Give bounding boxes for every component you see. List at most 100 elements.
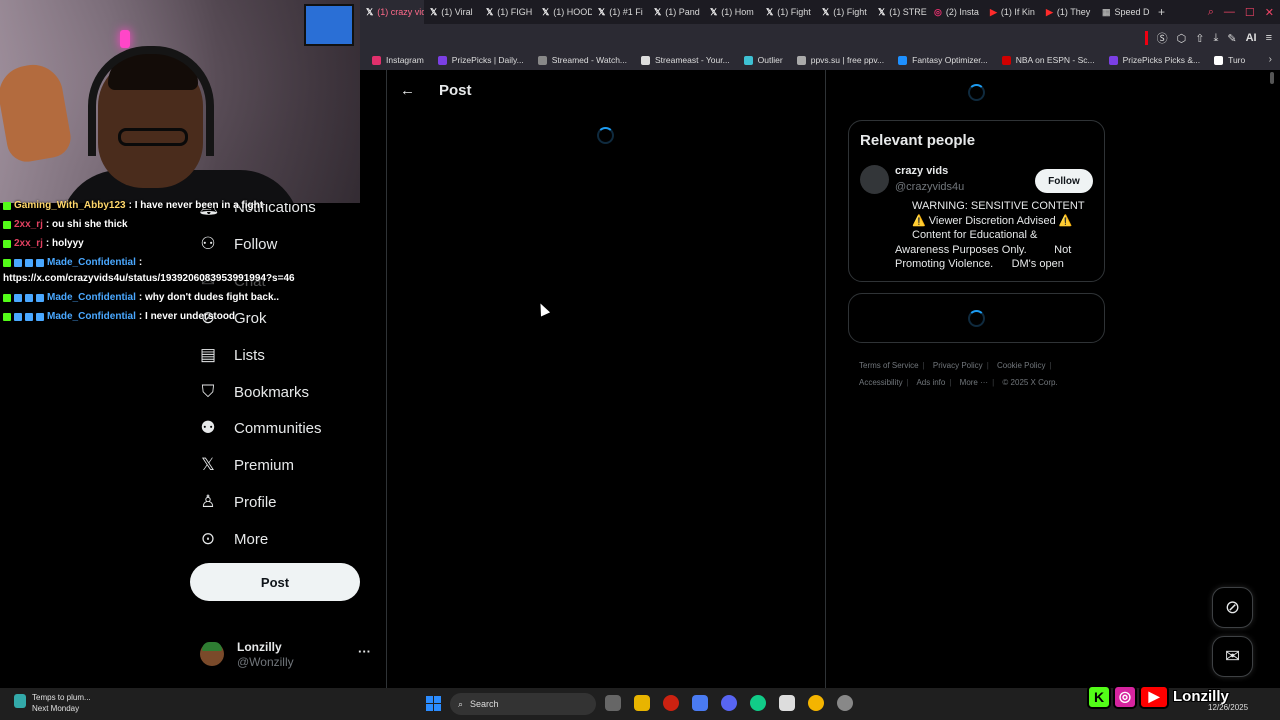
- sidebar-divider: [386, 70, 387, 688]
- puzzle-icon[interactable]: ⬡: [1177, 32, 1187, 45]
- sidebar-item-follow[interactable]: ⚇ Follow: [198, 234, 277, 254]
- avatar[interactable]: [860, 165, 889, 194]
- nav-label: Bookmarks: [234, 383, 310, 401]
- weather-line: Next Monday: [32, 704, 80, 713]
- tab-3[interactable]: 𝕏 (1) HOOD: [536, 0, 592, 24]
- tab-10[interactable]: ◎ (2) Insta: [928, 0, 984, 24]
- app-icon[interactable]: [837, 695, 853, 711]
- sidebar-item-lists[interactable]: ▤ Lists: [198, 345, 265, 365]
- bio-line: Content for Educational &: [912, 229, 1038, 242]
- tab-4[interactable]: 𝕏 (1) #1 Fi: [592, 0, 648, 24]
- sidebar-item-profile[interactable]: ♙ Profile: [198, 492, 276, 512]
- tab-11[interactable]: ▶ (1) If Kin: [984, 0, 1040, 24]
- footer-link-ads[interactable]: Ads info: [916, 378, 945, 387]
- youtube-logo-icon: ▶: [1139, 684, 1169, 709]
- new-tab-button[interactable]: +: [1152, 5, 1171, 19]
- post-button[interactable]: Post: [190, 563, 360, 601]
- bookmark-item[interactable]: ppvs.su | free ppv...: [796, 55, 884, 65]
- glasses-icon: [118, 128, 188, 146]
- bookmark-label: NBA on ESPN - Sc...: [1015, 55, 1095, 65]
- page-scrollbar[interactable]: [1268, 72, 1276, 682]
- edit-icon[interactable]: ✎: [1227, 32, 1236, 45]
- tab-2[interactable]: 𝕏 (1) FIGH: [480, 0, 536, 24]
- windows-start-icon[interactable]: [426, 696, 441, 711]
- chat-message: Made_Confidential: I never understood: [3, 311, 235, 322]
- footer-link-privacy[interactable]: Privacy Policy: [933, 361, 983, 370]
- chrome-icon[interactable]: [808, 695, 824, 711]
- bookmark-item[interactable]: Streameast - Your...: [641, 55, 730, 65]
- ai-label[interactable]: AI: [1246, 32, 1257, 44]
- sidebar-item-bookmarks[interactable]: ⛉ Bookmarks: [198, 382, 309, 402]
- discord-icon[interactable]: [721, 695, 737, 711]
- close-icon[interactable]: ✕: [1265, 6, 1274, 19]
- bookmark-item[interactable]: Turo: [1214, 55, 1245, 65]
- sidebar-item-communities[interactable]: ⚉ Communities: [198, 418, 321, 438]
- footer-separator: |: [992, 378, 995, 387]
- bookmark-item[interactable]: NBA on ESPN - Sc...: [1001, 55, 1095, 65]
- share-icon[interactable]: ⇧: [1195, 32, 1204, 45]
- chat-username: Gaming_With_Abby123: [14, 200, 126, 211]
- weather-text: Temps to plum... Next Monday: [32, 692, 91, 714]
- messages-fab-button[interactable]: ✉: [1212, 636, 1253, 677]
- follow-button[interactable]: Follow: [1035, 169, 1093, 193]
- x-icon: 𝕏: [822, 6, 830, 17]
- bookmark-item[interactable]: Fantasy Optimizer...: [898, 55, 988, 65]
- chevron-right-icon[interactable]: ›: [1269, 54, 1272, 65]
- chat-username: Made_Confidential: [47, 292, 136, 303]
- app-icon[interactable]: [779, 695, 795, 711]
- bookmark-item[interactable]: PrizePicks | Daily...: [437, 55, 524, 65]
- chat-text: : ou shi she thick: [45, 219, 128, 230]
- account-switcher[interactable]: Lonzilly @Wonzilly ···: [200, 638, 380, 670]
- tab-8[interactable]: 𝕏 (1) Fight: [816, 0, 872, 24]
- footer-link-more[interactable]: More ···: [960, 378, 988, 387]
- taskbar-search[interactable]: ⌕ Search: [450, 693, 596, 715]
- x-icon: 𝕏: [654, 6, 662, 17]
- tab-9[interactable]: 𝕏 (1) STRE: [872, 0, 928, 24]
- footer-link-cookie[interactable]: Cookie Policy: [997, 361, 1045, 370]
- opera-icon[interactable]: [663, 695, 679, 711]
- bookmark-item[interactable]: Instagram: [372, 55, 424, 65]
- bio-line: WARNING: SENSITIVE CONTENT: [912, 200, 1085, 212]
- copilot-icon[interactable]: [692, 695, 708, 711]
- tab-7[interactable]: 𝕏 (1) Fight: [760, 0, 816, 24]
- tab-0[interactable]: 𝕏(1) crazy vids o: [360, 0, 424, 24]
- tab-label: (2) Insta: [945, 7, 979, 17]
- tab-1[interactable]: 𝕏 (1) Viral: [424, 0, 480, 24]
- minimize-icon[interactable]: —: [1224, 6, 1235, 18]
- bookmark-favicon-icon: [743, 55, 753, 65]
- weather-widget[interactable]: Temps to plum... Next Monday: [14, 692, 91, 714]
- weather-icon: [14, 694, 26, 708]
- tab-5[interactable]: 𝕏 (1) Pand: [648, 0, 704, 24]
- task-view-icon[interactable]: [605, 695, 621, 711]
- sidebar-item-more[interactable]: ⊙ More: [198, 529, 268, 549]
- grok-fab-button[interactable]: ⊘: [1212, 587, 1253, 628]
- chat-username: Made_Confidential: [47, 257, 136, 268]
- bookmark-item[interactable]: Outlier: [743, 55, 783, 65]
- tab-13[interactable]: ▦ Speed D: [1096, 0, 1152, 24]
- menu-icon[interactable]: ≡: [1266, 32, 1272, 44]
- person-name[interactable]: crazy vids: [895, 165, 948, 177]
- footer-link-accessibility[interactable]: Accessibility: [859, 378, 903, 387]
- footer-link-terms[interactable]: Terms of Service: [859, 361, 919, 370]
- sidebar-item-premium[interactable]: 𝕏 Premium: [198, 455, 294, 475]
- taskbar-date: 12/26/2025: [1208, 703, 1249, 712]
- search-icon[interactable]: ⌕: [1208, 6, 1214, 19]
- person-handle[interactable]: @crazyvids4u: [895, 181, 964, 193]
- app-icon[interactable]: [750, 695, 766, 711]
- file-explorer-icon[interactable]: [634, 695, 650, 711]
- more-options-icon[interactable]: ···: [358, 644, 371, 659]
- footer-separator: |: [922, 361, 925, 370]
- tab-12[interactable]: ▶ (1) They: [1040, 0, 1096, 24]
- download-icon[interactable]: ⤓: [1213, 32, 1218, 45]
- tab-6[interactable]: 𝕏 (1) Hom: [704, 0, 760, 24]
- extension-icon[interactable]: Ⓢ: [1157, 30, 1168, 46]
- scrollbar-thumb[interactable]: [1270, 72, 1274, 84]
- back-arrow-icon[interactable]: ←: [400, 82, 415, 99]
- tab-label: (1) Fight: [777, 7, 811, 17]
- bookmark-item[interactable]: Streamed - Watch...: [537, 55, 627, 65]
- account-name: Lonzilly: [237, 640, 282, 654]
- footer-separator: |: [906, 378, 909, 387]
- maximize-icon[interactable]: ☐: [1245, 6, 1255, 19]
- bookmark-label: Fantasy Optimizer...: [912, 55, 988, 65]
- bookmark-item[interactable]: PrizePicks Picks &...: [1108, 55, 1200, 65]
